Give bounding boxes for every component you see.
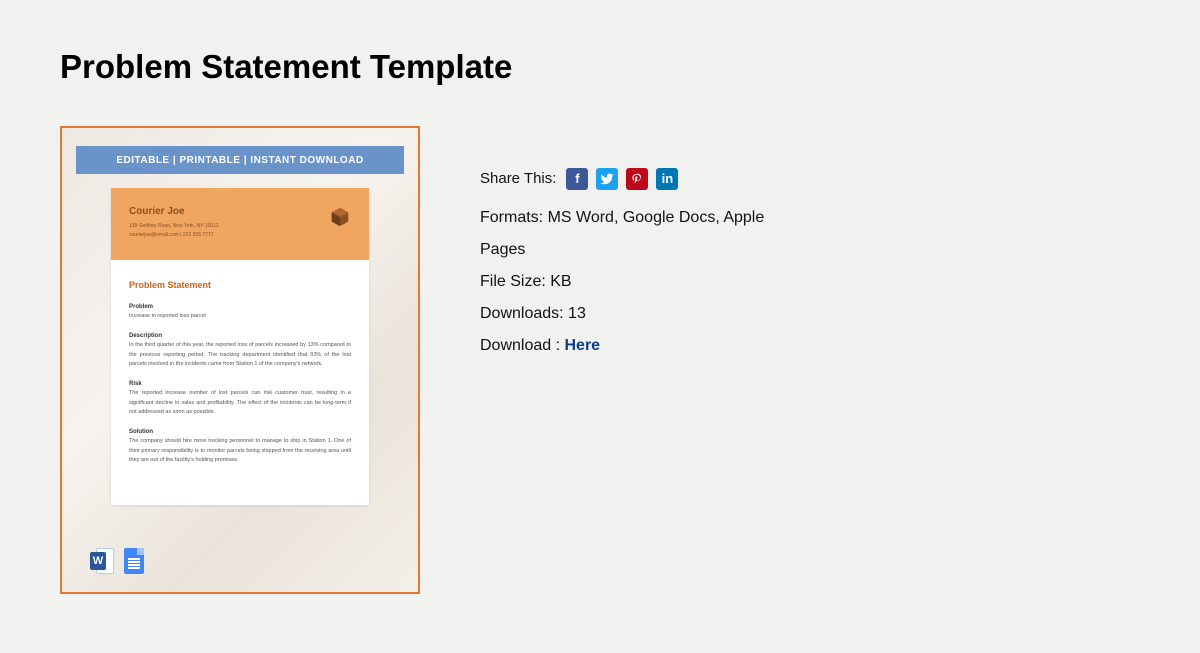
doc-brand: Courier Joe [129, 206, 351, 217]
formats-label: Formats: [480, 209, 548, 226]
downloads-label: Downloads: [480, 305, 568, 322]
ms-word-icon: W [90, 548, 114, 574]
info-column: Share This: f in Formats: MS Word, Googl… [480, 126, 800, 362]
file-format-icons: W [90, 548, 148, 574]
page-title: Problem Statement Template [0, 0, 1200, 86]
section-title: Risk [129, 381, 351, 387]
section-title: Description [129, 333, 351, 339]
download-row: Download : Here [480, 330, 800, 362]
doc-title: Problem Statement [129, 280, 351, 290]
google-docs-icon [124, 548, 148, 574]
preview-document: Courier Joe 139 Godfrey Road, New York, … [111, 188, 369, 505]
template-preview[interactable]: EDITABLE | PRINTABLE | INSTANT DOWNLOAD … [60, 126, 420, 594]
formats-row: Formats: MS Word, Google Docs, Apple Pag… [480, 202, 800, 266]
doc-address: 139 Godfrey Road, New York, NY 10013 [129, 223, 351, 230]
linkedin-icon[interactable]: in [656, 168, 678, 190]
download-label: Download : [480, 337, 565, 354]
doc-header: Courier Joe 139 Godfrey Road, New York, … [111, 188, 369, 260]
section-text: In the third quarter of this year, the r… [129, 341, 351, 369]
doc-body: Problem Statement Problem Increase in re… [111, 260, 369, 505]
facebook-icon[interactable]: f [566, 168, 588, 190]
section-text: Increase in reported loss parcel [129, 312, 351, 321]
share-row: Share This: f in [480, 164, 800, 194]
filesize-value: KB [550, 273, 571, 290]
section-solution: Solution The company should hire more tr… [129, 429, 351, 465]
filesize-label: File Size: [480, 273, 550, 290]
downloads-value: 13 [568, 305, 586, 322]
section-problem: Problem Increase in reported loss parcel [129, 304, 351, 321]
pinterest-icon[interactable] [626, 168, 648, 190]
package-icon [329, 206, 351, 228]
downloads-row: Downloads: 13 [480, 298, 800, 330]
section-text: The reported increase number of lost par… [129, 389, 351, 417]
content-row: EDITABLE | PRINTABLE | INSTANT DOWNLOAD … [0, 86, 1200, 594]
section-risk: Risk The reported increase number of los… [129, 381, 351, 417]
doc-contact: courierjoe@email.com | 222 555 7777 [129, 232, 351, 238]
section-title: Solution [129, 429, 351, 435]
section-title: Problem [129, 304, 351, 310]
section-description: Description In the third quarter of this… [129, 333, 351, 369]
preview-banner: EDITABLE | PRINTABLE | INSTANT DOWNLOAD [76, 146, 404, 174]
share-label: Share This: [480, 164, 556, 194]
section-text: The company should hire more tracking pe… [129, 437, 351, 465]
filesize-row: File Size: KB [480, 266, 800, 298]
download-link[interactable]: Here [565, 337, 601, 354]
twitter-icon[interactable] [596, 168, 618, 190]
